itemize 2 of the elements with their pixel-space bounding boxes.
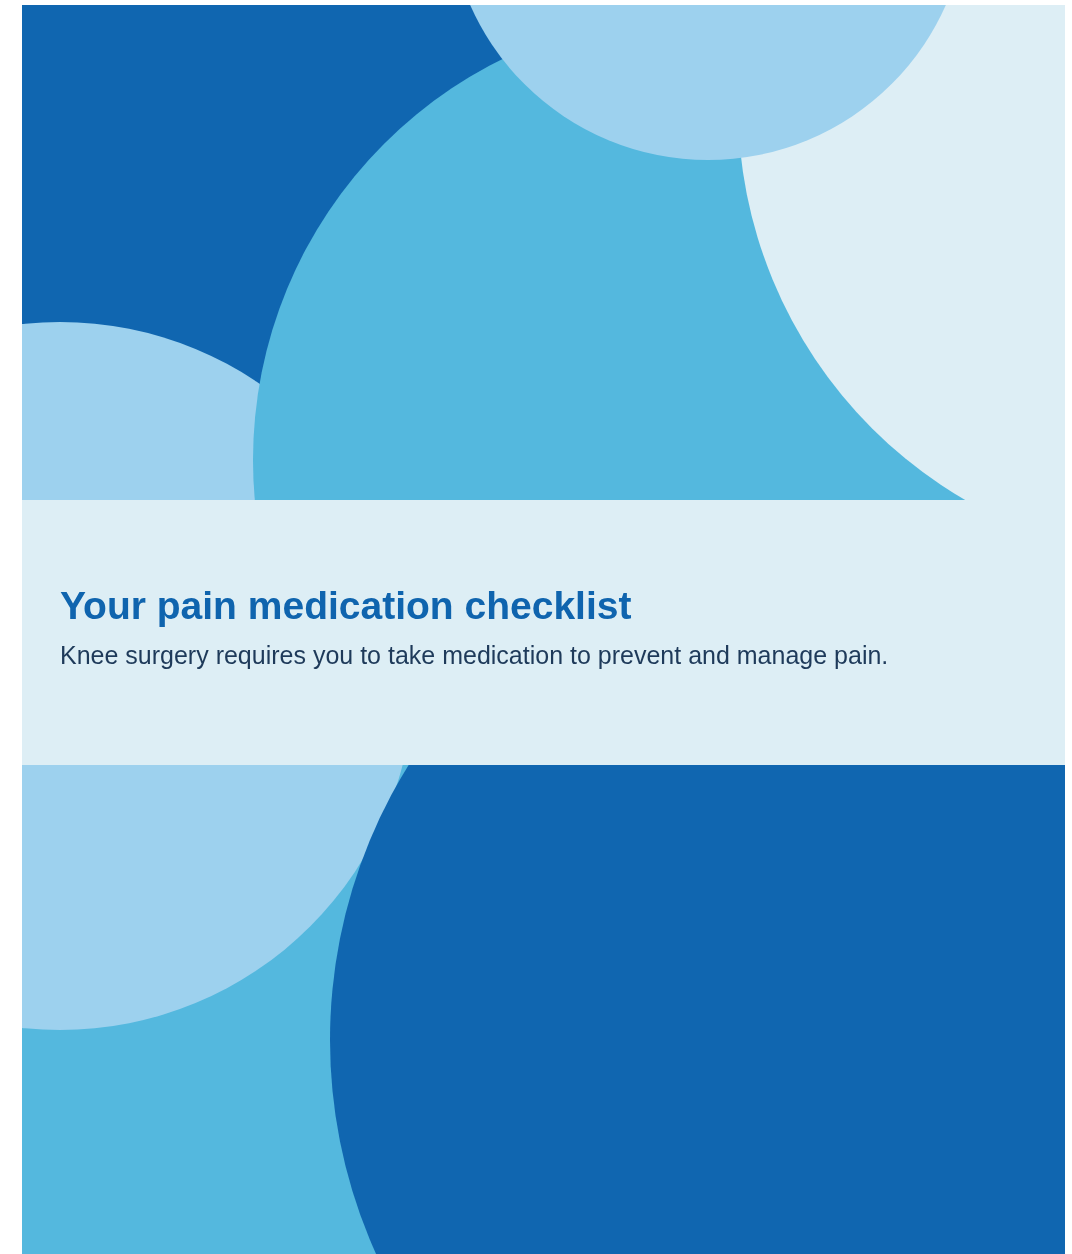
banner-title: Your pain medication checklist <box>60 583 633 629</box>
banner-subtitle: Knee surgery requires you to take medication to prevent and manage pain. <box>60 640 890 671</box>
